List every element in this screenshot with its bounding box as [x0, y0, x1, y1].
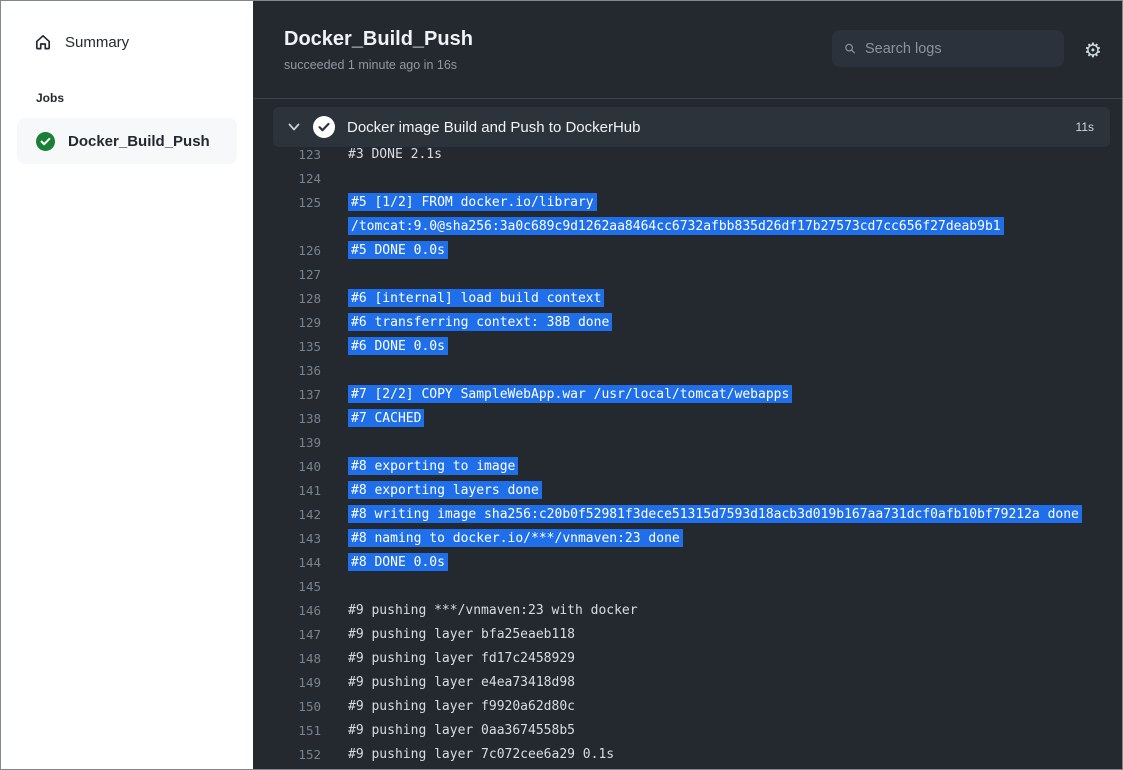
- log-line-number[interactable]: 135: [253, 339, 321, 354]
- log-line-number[interactable]: 138: [253, 411, 321, 426]
- log-line: 151 #9 pushing layer 0aa3674558b5: [253, 718, 1122, 742]
- log-line-number[interactable]: 143: [253, 531, 321, 546]
- sidebar-summary-label: Summary: [65, 34, 129, 51]
- log-settings-button[interactable]: ⚙: [1080, 37, 1106, 63]
- log-line-number[interactable]: 129: [253, 315, 321, 330]
- workflow-run-window: Summary Jobs Docker_Build_Push Docker_Bu…: [0, 0, 1123, 770]
- log-line: 144 #8 DONE 0.0s: [253, 550, 1122, 574]
- log-lines: 123 #3 DONE 2.1s 124 125 #5 [1/2] FROM d…: [253, 142, 1122, 766]
- sidebar-item-summary[interactable]: Summary: [34, 33, 129, 51]
- log-line-text: #3 DONE 2.1s: [348, 147, 442, 162]
- log-line-number[interactable]: 142: [253, 507, 321, 522]
- log-step-title: Docker image Build and Push to DockerHub: [347, 119, 1064, 136]
- log-line-text: #9 pushing layer fd17c2458929: [348, 651, 575, 666]
- log-line: 124: [253, 166, 1122, 190]
- home-icon: [34, 33, 52, 51]
- log-line-number[interactable]: 136: [253, 363, 321, 378]
- log-line-text: #7 [2/2] COPY SampleWebApp.war /usr/loca…: [348, 385, 792, 403]
- log-line-text: #8 writing image sha256:c20b0f52981f3dec…: [348, 505, 1082, 523]
- gear-icon: ⚙: [1084, 40, 1102, 60]
- log-line: 142 #8 writing image sha256:c20b0f52981f…: [253, 502, 1122, 526]
- log-line: 141 #8 exporting layers done: [253, 478, 1122, 502]
- search-icon: [844, 40, 856, 57]
- log-line-text: #6 transferring context: 38B done: [348, 313, 612, 331]
- log-line: 138 #7 CACHED: [253, 406, 1122, 430]
- log-line-text: #6 DONE 0.0s: [348, 337, 448, 355]
- log-line-number[interactable]: 145: [253, 579, 321, 594]
- log-line-number[interactable]: 144: [253, 555, 321, 570]
- log-line: 136: [253, 358, 1122, 382]
- log-line-number[interactable]: 125: [253, 195, 321, 210]
- chevron-down-icon: [287, 120, 301, 134]
- log-line-text: #9 pushing layer f9920a62d80c: [348, 699, 575, 714]
- log-line: 129 #6 transferring context: 38B done: [253, 310, 1122, 334]
- search-logs-box[interactable]: [832, 30, 1064, 67]
- log-step-header[interactable]: Docker image Build and Push to DockerHub…: [273, 107, 1110, 147]
- search-logs-input[interactable]: [865, 41, 1052, 57]
- log-line: 125 #5 [1/2] FROM docker.io/library: [253, 190, 1122, 214]
- log-line: 147 #9 pushing layer bfa25eaeb118: [253, 622, 1122, 646]
- log-line-number[interactable]: 126: [253, 243, 321, 258]
- log-line-text: #9 pushing layer 0aa3674558b5: [348, 723, 575, 738]
- log-line-text: #9 pushing ***/vnmaven:23 with docker: [348, 603, 638, 618]
- log-line-number[interactable]: 152: [253, 747, 321, 762]
- log-line-number[interactable]: 127: [253, 267, 321, 282]
- log-line-number[interactable]: 141: [253, 483, 321, 498]
- log-line-number[interactable]: 140: [253, 459, 321, 474]
- log-line-text: #9 pushing layer bfa25eaeb118: [348, 627, 575, 642]
- log-line: 128 #6 [internal] load build context: [253, 286, 1122, 310]
- log-line: 140 #8 exporting to image: [253, 454, 1122, 478]
- success-check-circle-icon: [36, 132, 55, 151]
- log-line: 148 #9 pushing layer fd17c2458929: [253, 646, 1122, 670]
- sidebar: Summary Jobs Docker_Build_Push: [1, 1, 253, 769]
- log-line-text: #8 exporting to image: [348, 457, 518, 475]
- log-line-text: /tomcat:9.0@sha256:3a0c689c9d1262aa8464c…: [348, 217, 1004, 235]
- log-line-text: #9 pushing layer 7c072cee6a29 0.1s: [348, 747, 614, 762]
- sidebar-item-job-docker-build-push[interactable]: Docker_Build_Push: [17, 118, 237, 164]
- run-title: Docker_Build_Push: [284, 28, 473, 51]
- log-line-number[interactable]: 124: [253, 171, 321, 186]
- log-line: 145: [253, 574, 1122, 598]
- log-viewer-main: Docker_Build_Push succeeded 1 minute ago…: [253, 1, 1122, 769]
- log-line-text: #8 exporting layers done: [348, 481, 542, 499]
- log-line: 126 #5 DONE 0.0s: [253, 238, 1122, 262]
- log-line: 150 #9 pushing layer f9920a62d80c: [253, 694, 1122, 718]
- log-line: 152 #9 pushing layer 7c072cee6a29 0.1s: [253, 742, 1122, 766]
- log-line-number[interactable]: 137: [253, 387, 321, 402]
- log-line: 146 #9 pushing ***/vnmaven:23 with docke…: [253, 598, 1122, 622]
- log-line-number[interactable]: 139: [253, 435, 321, 450]
- log-line-number[interactable]: 128: [253, 291, 321, 306]
- log-line: 139: [253, 430, 1122, 454]
- log-line-text: #7 CACHED: [348, 409, 424, 427]
- sidebar-jobs-heading: Jobs: [36, 91, 253, 105]
- step-success-check-circle-icon: [313, 116, 335, 138]
- log-line: 137 #7 [2/2] COPY SampleWebApp.war /usr/…: [253, 382, 1122, 406]
- log-panel: Docker image Build and Push to DockerHub…: [253, 99, 1122, 769]
- log-line-text: #9 pushing layer e4ea73418d98: [348, 675, 575, 690]
- log-line: /tomcat:9.0@sha256:3a0c689c9d1262aa8464c…: [253, 214, 1122, 238]
- log-line-number[interactable]: 151: [253, 723, 321, 738]
- log-line-number[interactable]: 149: [253, 675, 321, 690]
- log-line: 143 #8 naming to docker.io/***/vnmaven:2…: [253, 526, 1122, 550]
- log-line-number[interactable]: 123: [253, 147, 321, 162]
- log-line-number[interactable]: 146: [253, 603, 321, 618]
- log-line-text: #6 [internal] load build context: [348, 289, 604, 307]
- log-line-text: #8 DONE 0.0s: [348, 553, 448, 571]
- log-line-text: #8 naming to docker.io/***/vnmaven:23 do…: [348, 529, 683, 547]
- log-line-text: #5 [1/2] FROM docker.io/library: [348, 193, 597, 211]
- log-line-number[interactable]: 147: [253, 627, 321, 642]
- log-line-number[interactable]: 148: [253, 651, 321, 666]
- log-line-number[interactable]: 150: [253, 699, 321, 714]
- log-step-duration: 11s: [1076, 120, 1094, 134]
- log-line: 127: [253, 262, 1122, 286]
- run-status-text: succeeded 1 minute ago in 16s: [284, 58, 457, 72]
- run-header: Docker_Build_Push succeeded 1 minute ago…: [253, 1, 1122, 99]
- log-line: 149 #9 pushing layer e4ea73418d98: [253, 670, 1122, 694]
- sidebar-job-label: Docker_Build_Push: [68, 133, 210, 150]
- log-line-text: #5 DONE 0.0s: [348, 241, 448, 259]
- log-line: 135 #6 DONE 0.0s: [253, 334, 1122, 358]
